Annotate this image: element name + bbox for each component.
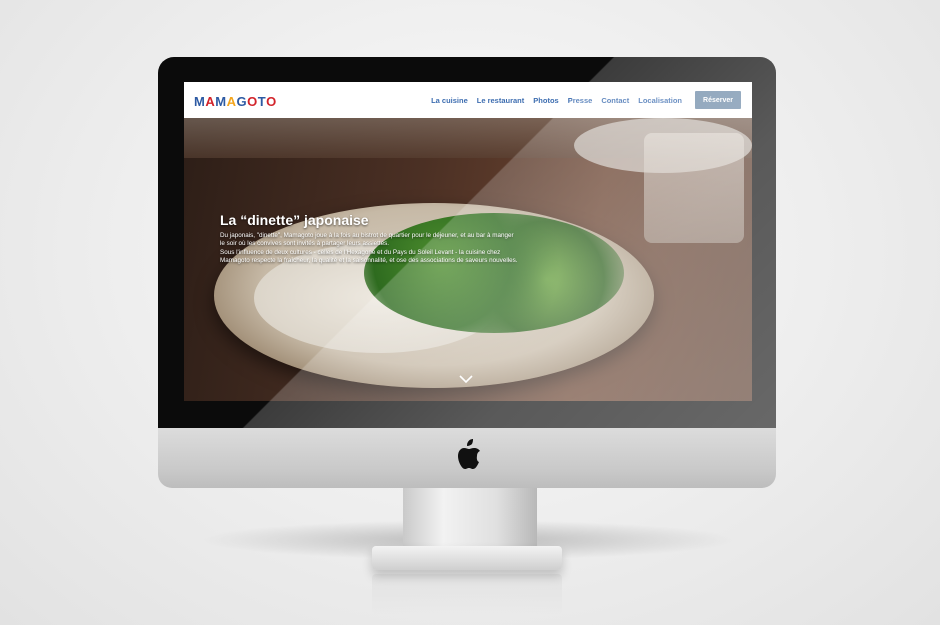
reserve-button[interactable]: Réserver — [695, 91, 741, 109]
hero-paragraph: Du japonais, "dinette", Mamagoto joue à … — [220, 232, 514, 248]
hero-photo-greens — [364, 213, 624, 333]
hero-photo-glass — [644, 133, 744, 243]
hero-section: La “dinette” japonaise Du japonais, "din… — [184, 118, 752, 401]
logo-letter: O — [247, 93, 258, 109]
nav-link-localisation[interactable]: Localisation — [638, 96, 682, 105]
logo-letter: O — [266, 93, 277, 109]
nav-link-contact[interactable]: Contact — [601, 96, 629, 105]
monitor-foot — [372, 546, 562, 570]
monitor-stand — [403, 488, 537, 548]
nav-link-presse[interactable]: Presse — [568, 96, 593, 105]
site-header: MAMAGOTO La cuisine Le restaurant Photos… — [184, 82, 752, 118]
logo-letter: T — [257, 93, 267, 109]
hero-paragraph: Sous l'influence de deux cultures - cell… — [220, 248, 518, 265]
main-nav: La cuisine Le restaurant Photos Presse C… — [431, 82, 682, 118]
logo-letter: G — [236, 93, 248, 109]
nav-link-photos[interactable]: Photos — [533, 96, 558, 105]
logo-letter: A — [226, 93, 237, 109]
logo-letter: M — [215, 93, 227, 109]
screen: MAMAGOTO La cuisine Le restaurant Photos… — [184, 82, 752, 401]
hero-description: Du japonais, "dinette", Mamagoto joue à … — [220, 232, 520, 266]
hero-title: La “dinette” japonaise — [220, 212, 369, 228]
monitor: MAMAGOTO La cuisine Le restaurant Photos… — [158, 57, 776, 488]
nav-link-cuisine[interactable]: La cuisine — [431, 96, 468, 105]
site-logo[interactable]: MAMAGOTO — [194, 91, 277, 111]
apple-icon — [458, 439, 480, 469]
logo-letter: M — [194, 93, 206, 109]
logo-letter: A — [205, 93, 216, 109]
chevron-down-icon[interactable] — [459, 374, 473, 384]
stand-reflection — [372, 574, 562, 614]
nav-link-restaurant[interactable]: Le restaurant — [477, 96, 525, 105]
